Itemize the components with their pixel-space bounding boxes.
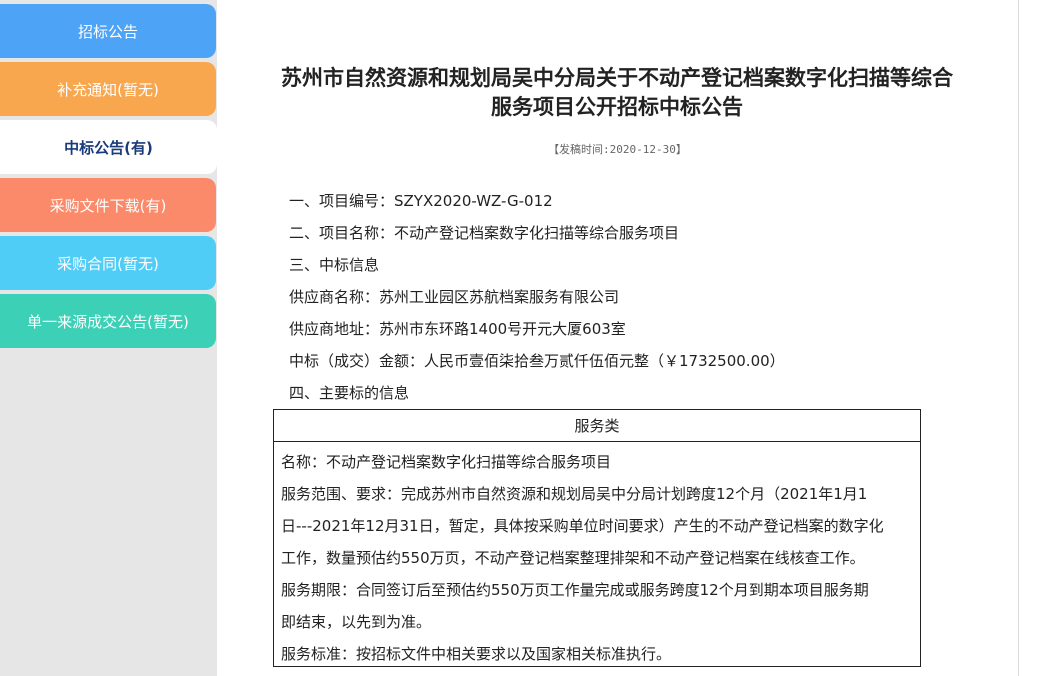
award-info-heading: 三、中标信息 [289,256,380,274]
table-row: 服务标准：按招标文件中相关要求以及国家相关标准执行。 [281,645,672,663]
subject-info-table: 服务类 名称：不动产登记档案数字化扫描等综合服务项目 服务范围、要求：完成苏州市… [273,409,921,667]
page-title: 苏州市自然资源和规划局吴中分局关于不动产登记档案数字化扫描等综合 服务项目公开招… [247,64,987,122]
award-amount: 中标（成交）金额：人民币壹佰柒拾叁万贰仟伍佰元整（￥1732500.00） [289,352,785,370]
table-row: 即结束，以先到为准。 [281,613,432,631]
table-row: 服务范围、要求：完成苏州市自然资源和规划局吴中分局计划跨度12个月（2021年1… [281,485,868,503]
project-name: 二、项目名称：不动产登记档案数字化扫描等综合服务项目 [289,224,680,242]
sidebar-item-bid-announcement[interactable]: 招标公告 [0,4,216,58]
publish-date: 【发稿时间:2020-12-30】 [548,143,687,156]
supplier-address: 供应商地址：苏州市东环路1400号开元大厦603室 [289,320,626,338]
sidebar-item-document-download[interactable]: 采购文件下载(有) [0,178,216,232]
table-row: 工作，数量预估约550万页，不动产登记档案整理排架和不动产登记档案在线核查工作。 [281,549,865,567]
table-body: 名称：不动产登记档案数字化扫描等综合服务项目 服务范围、要求：完成苏州市自然资源… [274,442,920,670]
sidebar-item-award-announcement[interactable]: 中标公告(有) [0,120,217,174]
article-panel: 苏州市自然资源和规划局吴中分局关于不动产登记档案数字化扫描等综合 服务项目公开招… [217,0,1018,676]
right-margin [1018,0,1048,676]
title-line-1: 苏州市自然资源和规划局吴中分局关于不动产登记档案数字化扫描等综合 [281,66,953,90]
sidebar-item-label: 招标公告 [77,22,138,41]
sidebar-item-label: 采购合同(暂无) [57,254,159,273]
sidebar: 招标公告 补充通知(暂无) 中标公告(有) 采购文件下载(有) 采购合同(暂无)… [0,0,217,676]
sidebar-item-label: 采购文件下载(有) [49,196,167,215]
sidebar-item-label: 单一来源成交公告(暂无) [27,312,189,331]
table-row: 名称：不动产登记档案数字化扫描等综合服务项目 [281,453,612,471]
sidebar-item-supplementary-notice[interactable]: 补充通知(暂无) [0,62,216,116]
sidebar-item-label: 中标公告(有) [64,138,153,157]
sidebar-item-single-source[interactable]: 单一来源成交公告(暂无) [0,294,216,348]
main-subject-heading: 四、主要标的信息 [289,384,410,402]
table-row: 服务期限：合同签订后至预估约550万页工作量完成或服务跨度12个月到期本项目服务… [281,581,869,599]
title-line-2: 服务项目公开招标中标公告 [491,95,743,119]
table-header: 服务类 [274,410,920,442]
sidebar-item-label: 补充通知(暂无) [57,80,159,99]
sidebar-item-contract[interactable]: 采购合同(暂无) [0,236,216,290]
supplier-name: 供应商名称：苏州工业园区苏航档案服务有限公司 [289,288,620,306]
project-number: 一、项目编号：SZYX2020-WZ-G-012 [289,192,553,210]
table-row: 日---2021年12月31日，暂定，具体按采购单位时间要求）产生的不动产登记档… [281,517,884,535]
